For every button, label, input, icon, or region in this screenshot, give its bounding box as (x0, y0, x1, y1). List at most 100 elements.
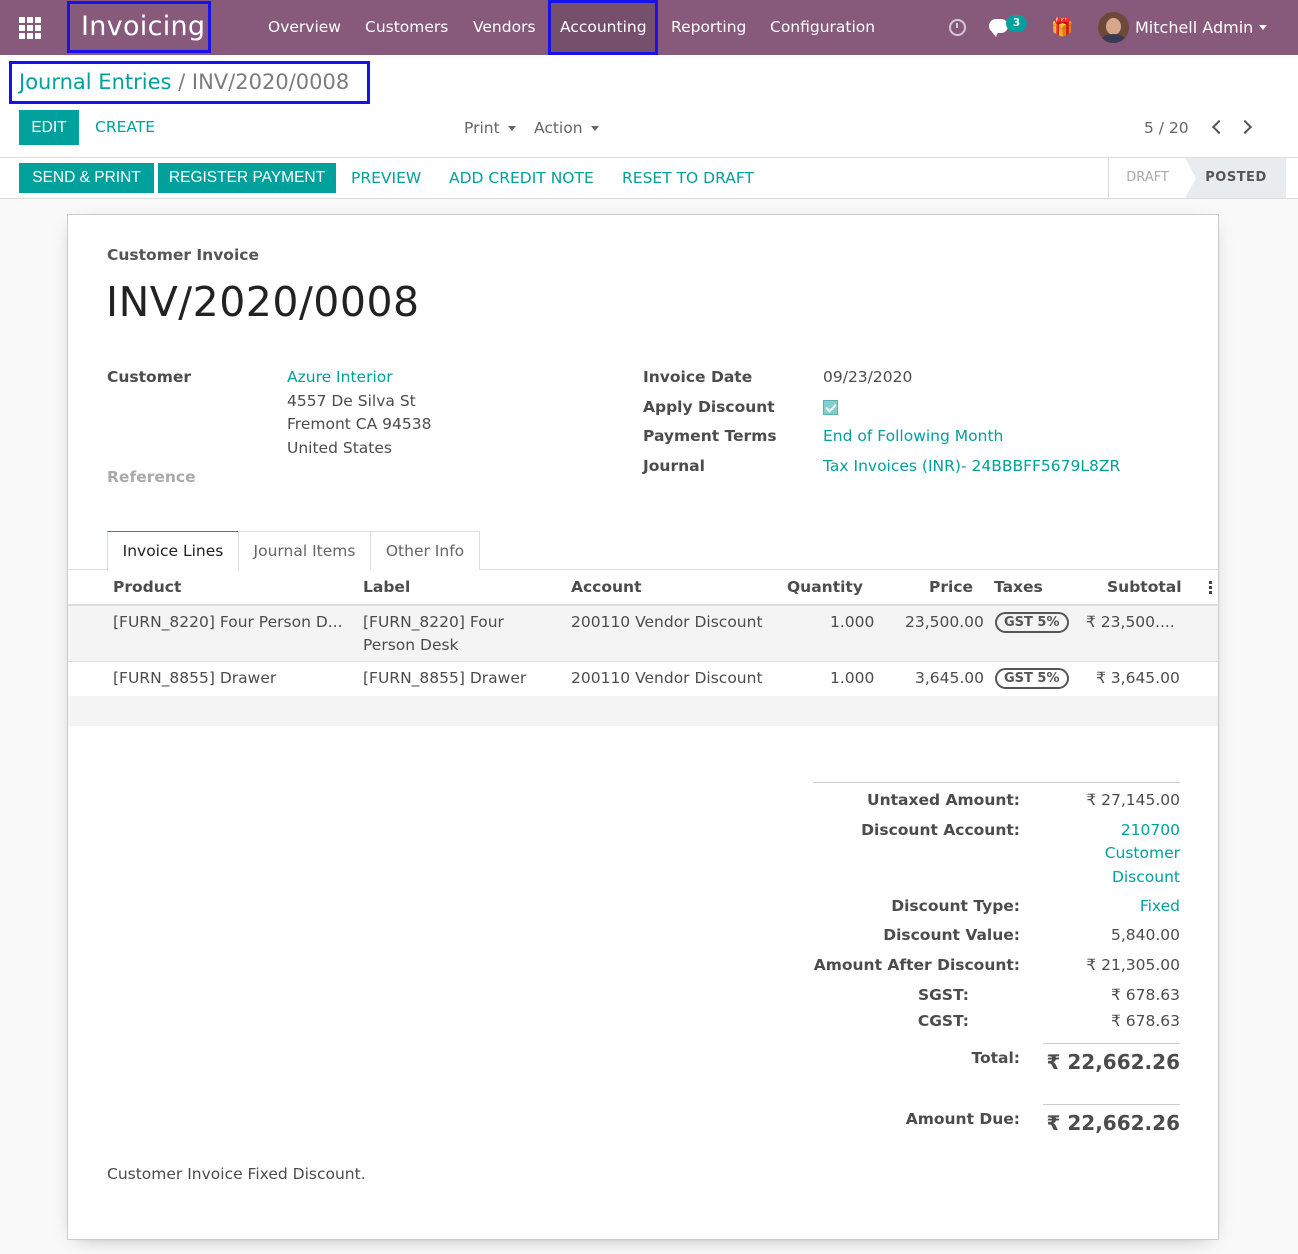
pager-value[interactable]: 5 / 20 (1144, 119, 1189, 137)
action-dropdown[interactable]: Action (534, 119, 599, 137)
payment-terms-label: Payment Terms (643, 427, 777, 445)
user-menu-name[interactable]: Mitchell Admin (1135, 0, 1253, 55)
discount-type-label: Discount Type: (891, 897, 1020, 915)
cell-product: [FURN_8220] Four Person D... (113, 613, 343, 631)
status-draft[interactable]: DRAFT (1108, 158, 1186, 198)
breadcrumb-journal-entries[interactable]: Journal Entries (19, 70, 171, 94)
untaxed-amount-value: ₹ 27,145.00 (1086, 791, 1180, 809)
breadcrumb: Journal Entries / INV/2020/0008 (9, 61, 370, 104)
add-credit-note-button[interactable]: ADD CREDIT NOTE (449, 169, 594, 187)
amount-after-discount-value: ₹ 21,305.00 (1086, 956, 1180, 974)
tab-other-info[interactable]: Other Info (370, 531, 480, 570)
column-header-account[interactable]: Account (571, 578, 642, 596)
activity-clock-icon[interactable] (949, 19, 966, 36)
document-type: Customer Invoice (107, 246, 259, 264)
discount-account-link[interactable]: Discount (1112, 868, 1180, 886)
menu-vendors[interactable]: Vendors (473, 0, 536, 55)
cgst-label: CGST: (917, 1012, 969, 1030)
send-print-button[interactable]: SEND & PRINT (19, 163, 154, 193)
reference-label: Reference (107, 468, 196, 486)
print-dropdown[interactable]: Print (464, 119, 516, 137)
cell-price: 23,500.00 (905, 613, 984, 631)
apply-discount-checkbox (823, 400, 838, 415)
tax-tag: GST 5% (995, 612, 1069, 633)
discount-value-value: 5,840.00 (1110, 926, 1180, 944)
cell-account: 200110 Vendor Discount (571, 669, 763, 687)
amount-after-discount-label: Amount After Discount: (813, 956, 1020, 974)
column-header-subtotal[interactable]: Subtotal (1107, 578, 1182, 596)
apply-discount-label: Apply Discount (643, 398, 775, 416)
menu-accounting[interactable]: Accounting (548, 0, 658, 55)
user-avatar[interactable] (1098, 12, 1129, 43)
customer-address-line: Fremont CA 94538 (287, 415, 432, 433)
register-payment-button[interactable]: REGISTER PAYMENT (158, 163, 336, 193)
edit-button[interactable]: EDIT (19, 110, 79, 145)
cell-account: 200110 Vendor Discount (571, 613, 763, 631)
total-label: Total: (971, 1049, 1020, 1067)
tab-journal-items[interactable]: Journal Items (238, 531, 371, 570)
narration-text: Customer Invoice Fixed Discount. (107, 1165, 366, 1183)
breadcrumb-current: INV/2020/0008 (191, 70, 350, 94)
cell-product: [FURN_8855] Drawer (113, 669, 277, 687)
customer-name-link[interactable]: Azure Interior (287, 368, 393, 386)
menu-overview[interactable]: Overview (268, 0, 341, 55)
optional-columns-icon[interactable] (1209, 581, 1212, 596)
payment-terms-link[interactable]: End of Following Month (823, 427, 1003, 445)
invoice-number: INV/2020/0008 (106, 278, 420, 326)
invoice-date-label: Invoice Date (643, 368, 753, 386)
cell-quantity: 1.000 (830, 669, 875, 687)
cell-label: [FURN_8220] Four Person Desk (363, 613, 504, 654)
cell-subtotal: ₹ 3,645.00 (1096, 669, 1180, 687)
table-empty-row (68, 696, 1218, 726)
cgst-value: ₹ 678.63 (1110, 1012, 1180, 1030)
discount-type-value: Fixed (1139, 897, 1180, 915)
apps-menu-icon[interactable] (19, 17, 41, 39)
menu-configuration[interactable]: Configuration (770, 0, 875, 55)
cell-quantity: 1.000 (830, 613, 875, 631)
column-header-quantity[interactable]: Quantity (787, 578, 863, 596)
column-header-product[interactable]: Product (113, 578, 181, 596)
action-dropdown-label: Action (534, 119, 583, 137)
app-name[interactable]: Invoicing (67, 1, 211, 53)
create-button[interactable]: CREATE (95, 118, 155, 136)
cell-label: [FURN_8855] Drawer (363, 669, 527, 687)
cell-price: 3,645.00 (915, 669, 985, 687)
customer-address-line: United States (287, 439, 392, 457)
customer-label: Customer (107, 368, 192, 386)
column-header-price[interactable]: Price (929, 578, 973, 596)
gift-icon[interactable]: 🎁 (1051, 17, 1073, 38)
tab-invoice-lines[interactable]: Invoice Lines (107, 531, 239, 571)
total-value: ₹ 22,662.26 (1043, 1043, 1180, 1074)
top-navbar: Invoicing Overview Customers Vendors Acc… (0, 0, 1298, 55)
untaxed-amount-label: Untaxed Amount: (867, 791, 1020, 809)
print-dropdown-label: Print (464, 119, 500, 137)
discount-account-link[interactable]: Customer (1105, 844, 1180, 862)
user-menu-caret-icon[interactable] (1259, 25, 1267, 30)
breadcrumb-separator: / (178, 70, 186, 94)
sgst-value: ₹ 678.63 (1110, 986, 1180, 1004)
status-posted[interactable]: POSTED (1185, 158, 1286, 198)
pager-previous-icon[interactable] (1211, 119, 1227, 135)
menu-reporting[interactable]: Reporting (671, 0, 746, 55)
journal-link[interactable]: Tax Invoices (INR)- 24BBBFF5679L8ZR (823, 457, 1120, 475)
discount-value-label: Discount Value: (883, 926, 1020, 944)
discount-account-link[interactable]: 210700 (1121, 821, 1180, 839)
menu-customers[interactable]: Customers (365, 0, 448, 55)
preview-button[interactable]: PREVIEW (351, 169, 421, 187)
sgst-label: SGST: (918, 986, 969, 1004)
chat-count-badge: 3 (1006, 15, 1027, 32)
column-header-label[interactable]: Label (363, 578, 410, 596)
customer-address-line: 4557 De Silva St (287, 392, 416, 410)
pager-next-icon[interactable] (1237, 119, 1253, 135)
cell-subtotal: ₹ 23,500.... (1086, 613, 1175, 631)
print-caret-icon (507, 126, 516, 131)
tax-tag: GST 5% (995, 668, 1069, 689)
discount-account-label: Discount Account: (861, 821, 1020, 839)
journal-label: Journal (643, 457, 705, 475)
amount-due-label: Amount Due: (905, 1110, 1020, 1128)
reset-to-draft-button[interactable]: RESET TO DRAFT (622, 169, 754, 187)
action-caret-icon (590, 126, 599, 131)
column-header-taxes[interactable]: Taxes (994, 578, 1043, 596)
amount-due-value: ₹ 22,662.26 (1043, 1104, 1180, 1135)
invoice-date-value: 09/23/2020 (823, 368, 913, 386)
